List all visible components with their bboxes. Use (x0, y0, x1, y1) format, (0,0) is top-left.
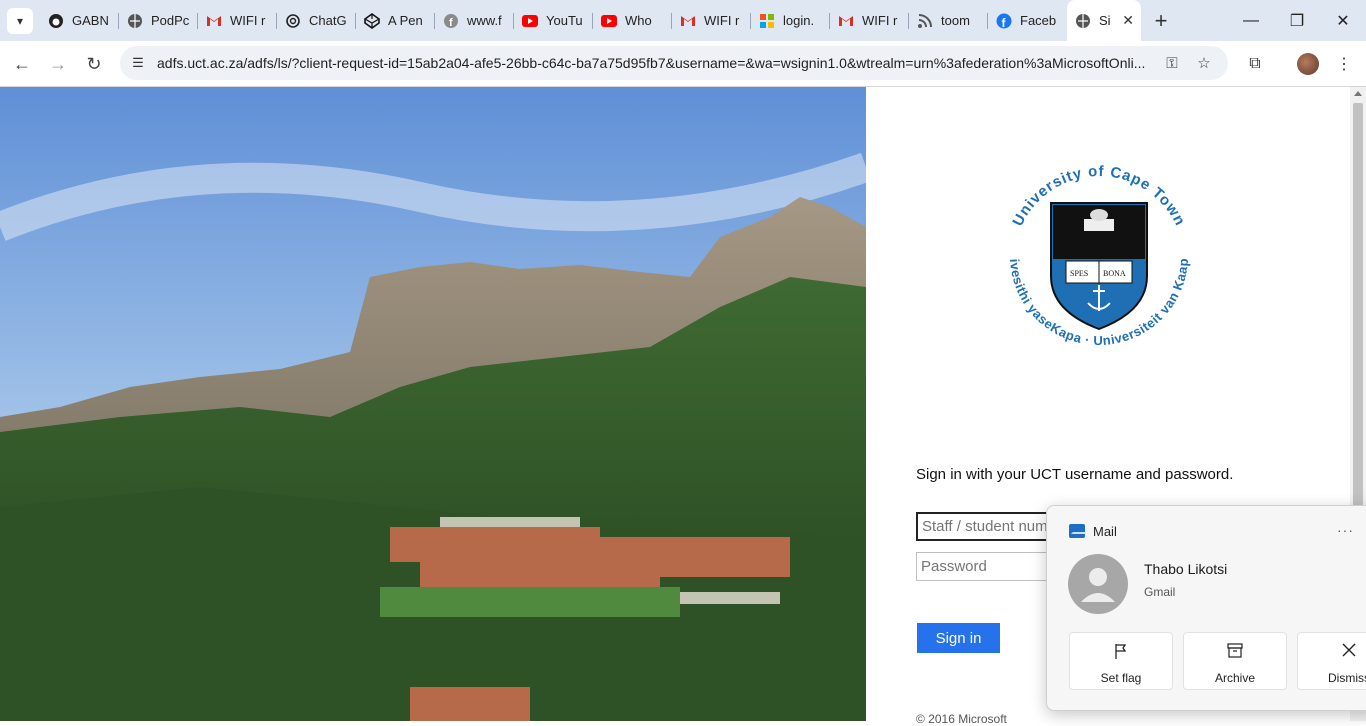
gmail-icon (206, 13, 222, 29)
chevron-down-icon: ▾ (16, 14, 24, 28)
tab[interactable]: toom (909, 0, 988, 41)
gmail-icon (838, 13, 854, 29)
tab-label: ChatG (309, 13, 347, 28)
tab-label: WIFI r (862, 13, 898, 28)
close-tab-icon[interactable]: ✕ (1122, 12, 1134, 29)
tab-label: Si (1099, 13, 1111, 28)
microsoft-icon (759, 13, 775, 29)
gmail-icon (680, 13, 696, 29)
close-window-button[interactable]: ✕ (1320, 0, 1366, 41)
tab-list: GABN PodPc WIFI r ChatG A Pen f www.f You… (40, 0, 1141, 41)
notification-app-name: Mail (1093, 524, 1117, 539)
globe-icon (1075, 13, 1091, 29)
tab-strip: ▾ GABN PodPc WIFI r ChatG A Pen f www.f Y… (0, 0, 1366, 41)
restore-button[interactable]: ❐ (1274, 0, 1320, 41)
codepen-icon (364, 12, 380, 29)
dismiss-button[interactable]: Dismiss (1297, 632, 1366, 690)
scroll-up-arrow-icon[interactable] (1354, 91, 1362, 96)
youtube-icon (601, 13, 617, 29)
back-button[interactable]: ← (7, 49, 37, 79)
svg-text:BONA: BONA (1103, 269, 1126, 278)
tab-label: WIFI r (230, 13, 266, 28)
youtube-icon (522, 13, 538, 29)
close-icon (1298, 643, 1366, 661)
tab[interactable]: A Pen (356, 0, 435, 41)
notification-sender: Thabo Likotsi (1144, 561, 1228, 577)
dismiss-label: Dismiss (1328, 671, 1366, 685)
bookmark-star-icon[interactable]: ☆ (1194, 53, 1214, 73)
site-info-icon[interactable]: ☰ (129, 54, 147, 72)
tab-label: A Pen (388, 13, 423, 28)
tab-label: login. (783, 13, 815, 28)
archive-icon (1184, 643, 1286, 662)
facebook-icon: f (443, 13, 459, 29)
svg-text:SPES: SPES (1070, 269, 1088, 278)
url-text[interactable]: adfs.uct.ac.za/adfs/ls/?client-request-i… (157, 55, 1157, 71)
mail-notification[interactable]: Mail ··· Thabo Likotsi Gmail Set flag Ar… (1046, 505, 1366, 711)
notification-source: Gmail (1144, 585, 1176, 599)
sign-in-button[interactable]: Sign in (917, 623, 1000, 653)
tab-active[interactable]: Si ✕ (1067, 0, 1141, 41)
flag-icon (1070, 643, 1172, 663)
set-flag-label: Set flag (1100, 671, 1142, 685)
tab[interactable]: WIFI r (198, 0, 277, 41)
tab-label: Who (625, 13, 652, 28)
mail-app-icon (1069, 524, 1087, 538)
reload-button[interactable]: ↻ (79, 49, 109, 79)
tab[interactable]: WIFI r (672, 0, 751, 41)
tab-label: toom (941, 13, 970, 28)
tab[interactable]: WIFI r (830, 0, 909, 41)
more-options-icon[interactable]: ··· (1337, 522, 1354, 538)
set-flag-button[interactable]: Set flag (1069, 632, 1173, 690)
rss-icon (917, 13, 933, 29)
facebook-icon: f (996, 13, 1012, 29)
tab-label: WIFI r (704, 13, 740, 28)
new-tab-button[interactable]: + (1148, 8, 1174, 34)
tab[interactable]: f Faceb (988, 0, 1067, 41)
sender-avatar (1068, 554, 1128, 614)
address-bar[interactable]: ☰ adfs.uct.ac.za/adfs/ls/?client-request… (120, 46, 1228, 80)
tab-label: YouTu (546, 13, 583, 28)
hero-image (0, 87, 866, 721)
tab[interactable]: GABN (40, 0, 119, 41)
signin-prompt: Sign in with your UCT username and passw… (916, 466, 1234, 483)
tab-label: PodPc (151, 13, 190, 28)
profile-avatar[interactable] (1297, 53, 1319, 75)
tab[interactable]: PodPc (119, 0, 198, 41)
tab[interactable]: YouTu (514, 0, 593, 41)
tab-label: www.f (467, 13, 502, 28)
menu-dots-icon[interactable]: ⋮ (1332, 52, 1356, 76)
extensions-icon[interactable]: ⧉ (1243, 52, 1267, 76)
svg-text:f: f (449, 17, 453, 29)
globe-icon (127, 13, 143, 29)
tab-label: GABN (72, 13, 109, 28)
tab-label: Faceb (1020, 13, 1057, 28)
github-icon (48, 13, 64, 29)
archive-label: Archive (1214, 671, 1255, 685)
password-key-icon[interactable]: ⚿ (1162, 53, 1182, 73)
copyright-text: © 2016 Microsoft (916, 712, 1007, 726)
uct-seal-logo: University of Cape Town iYunivesithi yas… (992, 139, 1202, 361)
tab[interactable]: ChatG (277, 0, 356, 41)
scrollbar-thumb[interactable] (1353, 103, 1363, 523)
tab-search-button[interactable]: ▾ (7, 8, 33, 34)
browser-toolbar: ← → ↻ ☰ adfs.uct.ac.za/adfs/ls/?client-r… (0, 41, 1366, 87)
chatgpt-icon (285, 13, 301, 29)
minimize-button[interactable]: — (1228, 0, 1274, 41)
tab[interactable]: Who (593, 0, 672, 41)
tab[interactable]: login. (751, 0, 830, 41)
archive-button[interactable]: Archive (1183, 632, 1287, 690)
tab[interactable]: f www.f (435, 0, 514, 41)
forward-button[interactable]: → (43, 49, 73, 79)
